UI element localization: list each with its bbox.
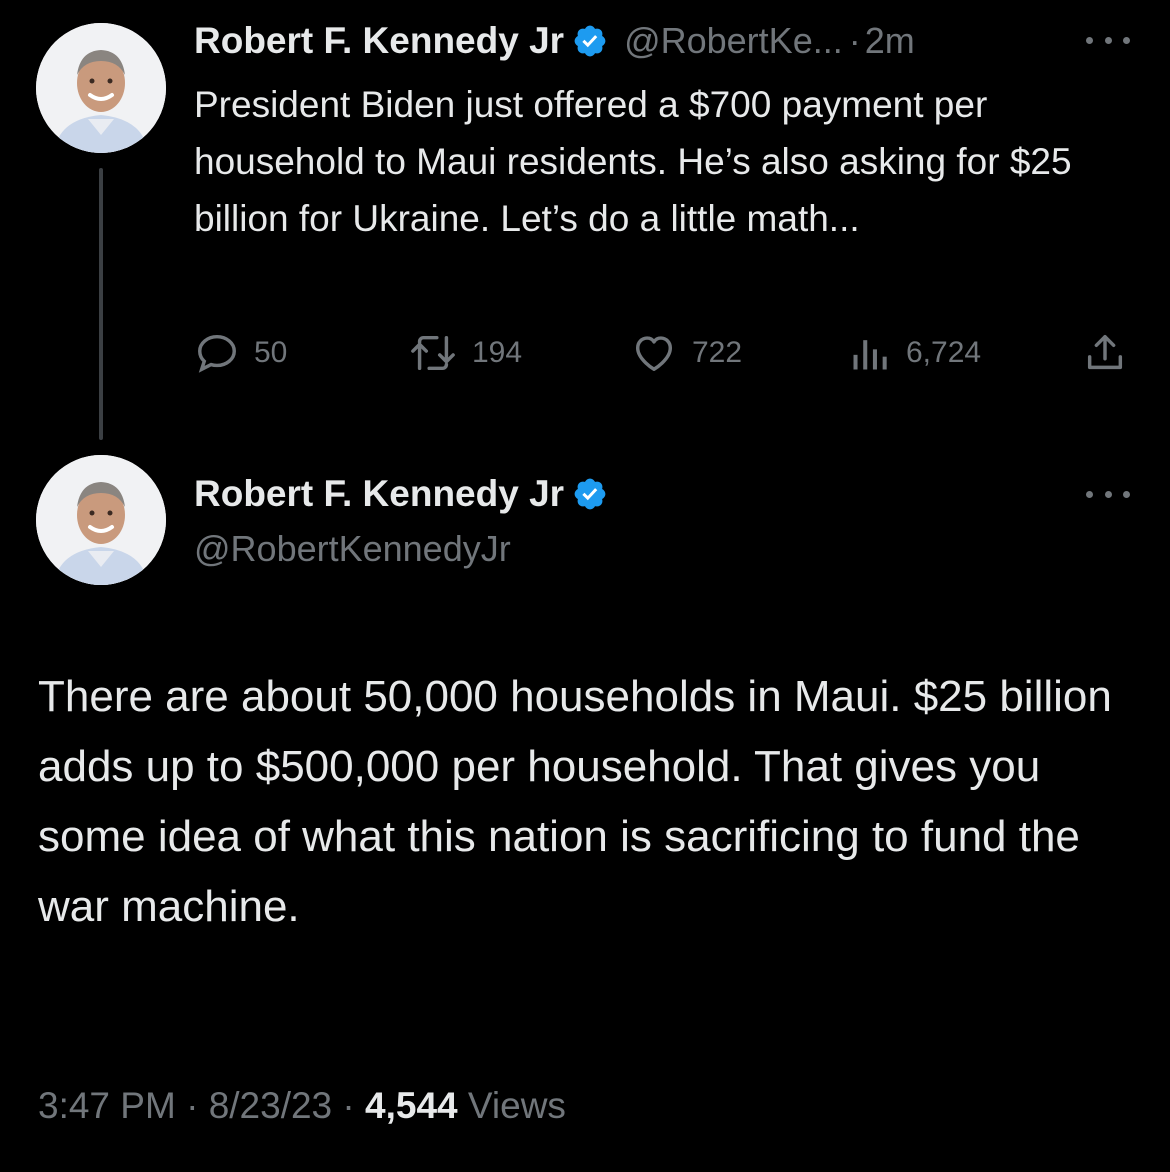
tweet1-timestamp[interactable]: 2m — [865, 20, 915, 62]
tweet1-separator: · — [848, 20, 861, 61]
tweet2-views-count[interactable]: 4,544 — [365, 1085, 458, 1126]
like-button[interactable]: 722 — [630, 325, 742, 381]
reply-icon — [198, 334, 236, 373]
tweet2-time[interactable]: 3:47 PM — [38, 1085, 176, 1126]
retweet-button[interactable]: 194 — [408, 325, 522, 381]
tweet1-avatar[interactable] — [36, 23, 166, 153]
tweet2-header: Robert F. Kennedy Jr — [194, 470, 608, 518]
share-button[interactable] — [1082, 325, 1142, 381]
meta-separator: · — [186, 1085, 199, 1126]
tweet2-meta: 3:47 PM · 8/23/23 · 4,544 Views — [38, 1085, 566, 1127]
tweet2-avatar[interactable] — [36, 455, 166, 585]
retweet-count: 194 — [472, 336, 523, 369]
tweet1-actions-bar: 50 194 722 6,724 — [194, 325, 1134, 381]
avatar-photo — [36, 455, 166, 585]
reply-count: 50 — [254, 336, 288, 369]
tweet2-text: There are about 50,000 households in Mau… — [38, 672, 1112, 931]
heart-icon — [635, 336, 673, 372]
tweet2-views-label: Views — [467, 1085, 566, 1126]
avatar-photo — [36, 23, 166, 153]
retweet-icon — [411, 335, 455, 371]
tweet1-more-icon[interactable] — [1086, 34, 1130, 46]
tweet1-author-name[interactable]: Robert F. Kennedy Jr — [194, 20, 564, 62]
share-icon — [1087, 334, 1123, 370]
tweet1-text: President Biden just offered a $700 paym… — [194, 84, 1072, 239]
reply-button[interactable]: 50 — [194, 325, 287, 381]
tweet1-handle[interactable]: @RobertKe... — [624, 20, 843, 62]
verified-badge-icon — [574, 25, 606, 57]
analytics-icon — [853, 340, 887, 370]
tweet2-more-icon[interactable] — [1086, 488, 1130, 500]
thread-connector-line — [99, 168, 103, 440]
tweet2-handle-row: @RobertKennedyJr — [194, 526, 511, 572]
verified-badge-icon — [574, 478, 606, 510]
tweet2-author-name[interactable]: Robert F. Kennedy Jr — [194, 473, 564, 515]
meta-separator: · — [342, 1085, 355, 1126]
like-count: 722 — [692, 336, 743, 369]
views-button[interactable]: 6,724 — [848, 325, 981, 381]
views-count: 6,724 — [906, 336, 982, 369]
tweet2-date[interactable]: 8/23/23 — [209, 1085, 332, 1126]
tweet2-handle[interactable]: @RobertKennedyJr — [194, 528, 511, 570]
tweet1-header: Robert F. Kennedy Jr @RobertKe... · 2m — [194, 18, 915, 64]
